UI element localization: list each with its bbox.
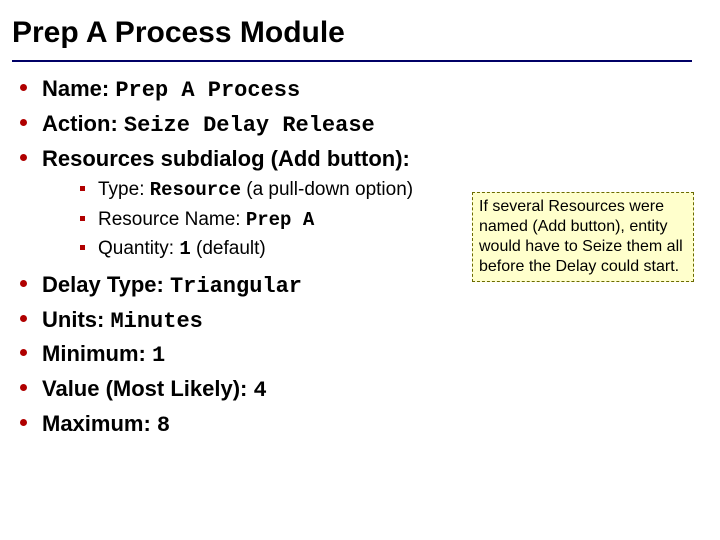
callout-note: If several Resources were named (Add but… xyxy=(472,192,694,282)
bullet-resources-label: Resources subdialog (Add button): xyxy=(42,146,410,171)
bullet-delay-type-label: Delay Type: xyxy=(42,272,170,297)
bullet-name-label: Name: xyxy=(42,76,115,101)
bullet-name: Name: Prep A Process xyxy=(14,74,692,107)
bullet-minimum-value: 1 xyxy=(152,343,165,368)
sub-qty-code: 1 xyxy=(179,238,190,260)
bullet-action-value: Seize Delay Release xyxy=(124,113,375,138)
bullet-name-value: Prep A Process xyxy=(115,78,300,103)
bullet-maximum-value: 8 xyxy=(157,413,170,438)
bullet-minimum: Minimum: 1 xyxy=(14,339,692,372)
sub-type-code: Resource xyxy=(150,179,241,201)
bullet-maximum-label: Maximum: xyxy=(42,411,157,436)
bullet-action: Action: Seize Delay Release xyxy=(14,109,692,142)
bullet-maximum: Maximum: 8 xyxy=(14,409,692,442)
bullet-most-likely: Value (Most Likely): 4 xyxy=(14,374,692,407)
bullet-units: Units: Minutes xyxy=(14,305,692,338)
bullet-units-label: Units: xyxy=(42,307,110,332)
bullet-most-likely-value: 4 xyxy=(254,378,267,403)
sub-qty-pre: Quantity: xyxy=(98,238,179,259)
bullet-units-value: Minutes xyxy=(110,309,202,334)
bullet-action-label: Action: xyxy=(42,111,124,136)
sub-type-pre: Type: xyxy=(98,179,150,200)
bullet-most-likely-label: Value (Most Likely): xyxy=(42,376,254,401)
sub-qty-post: (default) xyxy=(191,238,266,259)
sub-resname-code: Prep A xyxy=(246,209,314,231)
sub-type-post: (a pull-down option) xyxy=(241,179,413,200)
sub-resname-pre: Resource Name: xyxy=(98,209,246,230)
slide: Prep A Process Module Name: Prep A Proce… xyxy=(0,0,720,540)
bullet-delay-type-value: Triangular xyxy=(170,274,302,299)
bullet-minimum-label: Minimum: xyxy=(42,341,152,366)
slide-title: Prep A Process Module xyxy=(12,8,692,62)
